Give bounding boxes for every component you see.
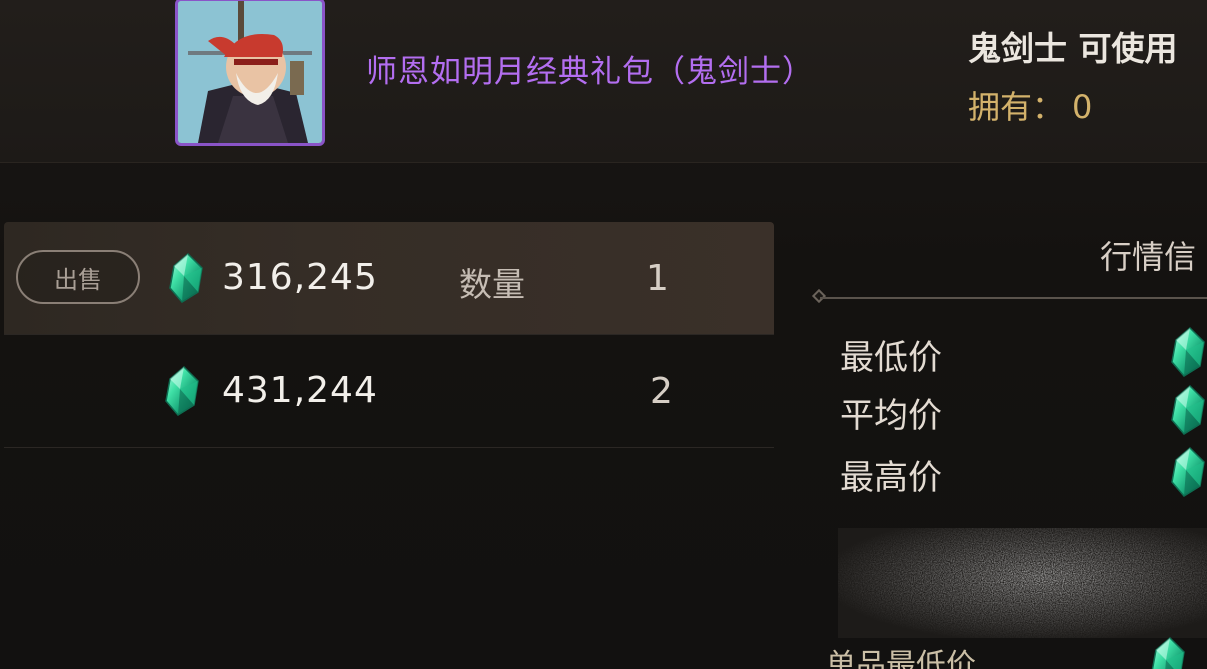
table-row[interactable]: 431,244 2 (4, 335, 774, 448)
gem-icon (1168, 326, 1207, 378)
auction-panel: 师恩如明月经典礼包（鬼剑士） 鬼剑士 可使用 拥有： 0 出售 316,245 数… (0, 0, 1207, 669)
owned-value: 0 (1072, 88, 1093, 126)
listing-quantity: 2 (650, 371, 673, 412)
listing-table: 出售 316,245 数量 1 431,244 2 (4, 222, 774, 448)
lowest-price-label: 最低价 (840, 338, 942, 378)
listing-price: 316,245 (222, 257, 378, 298)
divider-ornament (811, 288, 827, 304)
character-portrait-icon[interactable] (175, 0, 325, 146)
listing-price: 431,244 (222, 370, 378, 411)
average-price-label: 平均价 (840, 396, 942, 436)
gem-icon (1168, 384, 1207, 436)
gem-icon (162, 365, 202, 417)
owned-count: 拥有： 0 (968, 82, 1092, 128)
table-row[interactable]: 出售 316,245 数量 1 (4, 222, 774, 335)
sell-button[interactable]: 出售 (16, 250, 140, 304)
divider (820, 297, 1207, 299)
item-header: 师恩如明月经典礼包（鬼剑士） 鬼剑士 可使用 拥有： 0 (0, 0, 1207, 163)
item-name: 师恩如明月经典礼包（鬼剑士） (366, 54, 814, 90)
highest-price-label: 最高价 (840, 458, 942, 498)
usable-class-text: 鬼剑士 可使用 (968, 29, 1178, 68)
quantity-label: 数量 (459, 265, 525, 304)
gem-icon (1148, 636, 1188, 669)
single-item-lowest-label: 单品最低价 (826, 648, 976, 669)
market-info-title: 行情信 (1100, 238, 1197, 276)
gem-icon (1168, 446, 1207, 498)
gem-icon (166, 252, 206, 304)
watermark-noise (838, 528, 1207, 638)
owned-label: 拥有： (968, 88, 1065, 126)
listing-quantity: 1 (646, 258, 669, 299)
